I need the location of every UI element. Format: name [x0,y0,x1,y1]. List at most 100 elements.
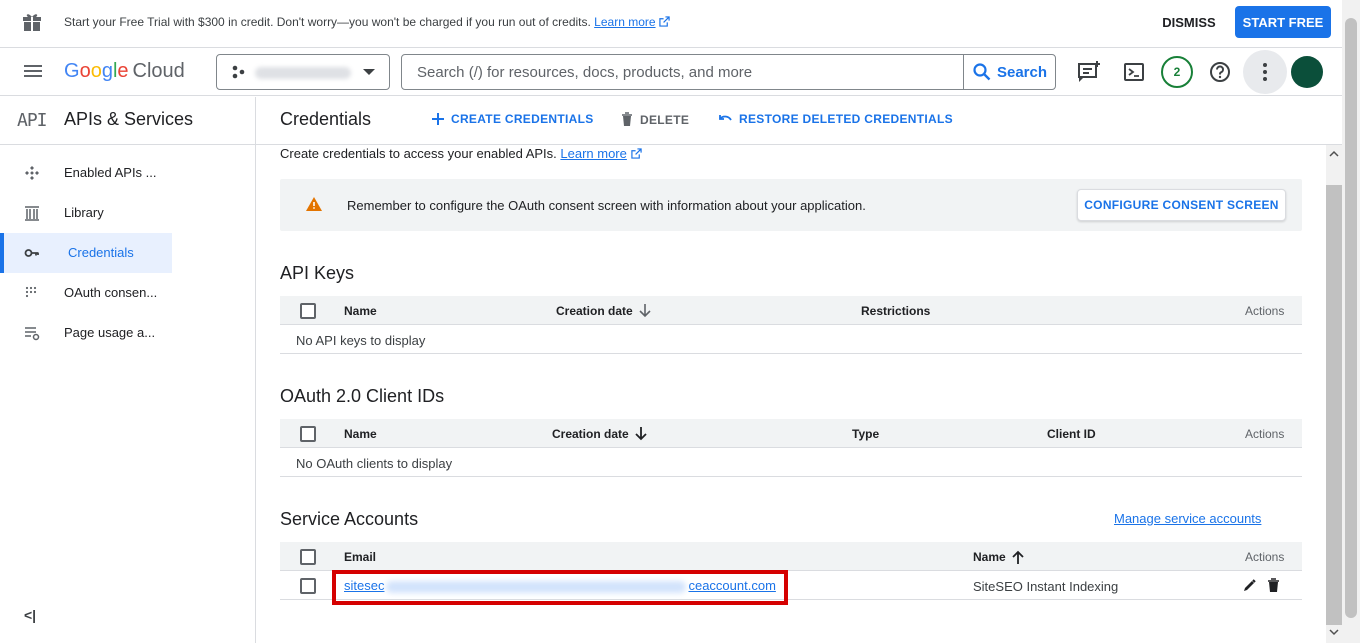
column-email[interactable]: Email [344,550,376,564]
main-scrollbar[interactable] [1326,145,1342,643]
sidebar-item-label: Credentials [68,245,134,260]
manage-service-accounts-link[interactable]: Manage service accounts [1114,511,1261,526]
select-all-checkbox[interactable] [300,303,316,319]
create-credentials-button[interactable]: CREATE CREDENTIALS [431,112,594,126]
arrow-up-icon [1012,550,1024,564]
select-all-checkbox[interactable] [300,426,316,442]
start-free-button[interactable]: START FREE [1235,6,1331,38]
scroll-up-icon[interactable] [1326,147,1342,161]
free-trial-banner: Start your Free Trial with $300 in credi… [0,0,1342,48]
column-label: Creation date [556,304,633,318]
banner-learn-more-link[interactable]: Learn more [594,15,655,29]
column-name[interactable]: Name [973,550,1024,564]
sidebar-title: APIs & Services [64,109,194,129]
avatar[interactable] [1291,56,1323,88]
column-name[interactable]: Name [344,304,377,318]
sidebar-item-library[interactable]: Library [0,193,172,233]
column-actions: Actions [1245,304,1285,318]
page-header: Credentials CREATE CREDENTIALS DELETE RE… [256,97,1342,145]
notifications-badge[interactable]: 2 [1161,56,1193,88]
external-link-icon [630,148,642,159]
email-redacted [386,580,687,593]
feedback-icon[interactable] [1076,59,1102,85]
search-input[interactable] [403,56,961,88]
column-type: Type [852,427,880,441]
credentials-content: Create credentials to access your enable… [256,145,1326,643]
search-button-label: Search [996,63,1048,81]
library-icon [25,206,39,221]
column-client-id: Client ID [1047,427,1096,441]
sidebar-item-page-usage[interactable]: Page usage a... [0,313,172,353]
column-creation-date[interactable]: Creation date [556,304,651,318]
column-creation-date[interactable]: Creation date [552,427,647,441]
menu-icon[interactable] [24,62,44,82]
sidebar-header: API APIs & Services [0,97,255,145]
sidebar-item-label: Page usage a... [64,325,156,340]
api-keys-table: Name Creation date Restrictions Actions … [280,296,1302,354]
help-icon[interactable] [1207,59,1233,85]
page-scrollbar-thumb[interactable] [1345,18,1357,618]
sidebar-item-oauth-consent[interactable]: OAuth consen... [0,273,172,313]
intro-message: Create credentials to access your enable… [280,146,557,161]
sidebar-item-label: Enabled APIs ... [64,165,157,180]
enabled-apis-icon [25,166,39,180]
oauth-table: Name Creation date Type Client ID Action… [280,419,1302,477]
google-cloud-logo[interactable]: Google Cloud [64,60,185,83]
more-vert-icon [1263,63,1267,81]
service-accounts-title: Service Accounts [280,509,419,529]
delete-row-icon[interactable] [1267,578,1280,593]
intro-learn-more-link[interactable]: Learn more [560,146,626,161]
logo-letter: o [90,60,102,82]
column-actions: Actions [1245,550,1285,564]
cloud-shell-icon[interactable] [1121,59,1147,85]
warning-icon [306,197,322,211]
configure-consent-screen-button[interactable]: CONFIGURE CONSENT SCREEN [1077,189,1286,221]
notice-text: Remember to configure the OAuth consent … [347,198,866,213]
restore-deleted-credentials-button[interactable]: RESTORE DELETED CREDENTIALS [718,112,953,126]
scroll-down-icon[interactable] [1326,625,1342,639]
sidebar: API APIs & Services Enabled APIs ... Lib… [0,97,256,643]
project-selector[interactable] [216,54,390,90]
restore-label: RESTORE DELETED CREDENTIALS [739,112,953,126]
service-account-email-link[interactable]: sitesec ceaccount.com [344,578,776,593]
undo-icon [719,115,732,121]
dismiss-button[interactable]: DISMISS [1152,7,1226,37]
search-bar: Search [401,54,1056,90]
logo-letter: G [64,60,80,82]
more-options-button[interactable] [1243,50,1287,94]
consent-screen-notice: Remember to configure the OAuth consent … [280,179,1302,231]
table-header: Name Creation date Restrictions Actions [280,296,1302,325]
scrollbar-thumb[interactable] [1326,185,1342,625]
collapse-sidebar-icon[interactable]: <| [24,607,36,623]
edit-icon[interactable] [1242,578,1257,593]
sidebar-item-enabled-apis[interactable]: Enabled APIs ... [0,153,172,193]
logo-letter: g [101,60,113,82]
oauth-title: OAuth 2.0 Client IDs [280,386,445,406]
project-icon [232,65,245,79]
empty-state-text: No API keys to display [296,333,426,348]
column-name[interactable]: Name [344,427,377,441]
delete-button[interactable]: DELETE [620,112,689,127]
gift-icon [23,14,41,31]
sidebar-item-credentials[interactable]: Credentials [0,233,172,273]
external-link-icon [659,16,670,27]
column-label: Creation date [552,427,629,441]
search-button[interactable]: Search [963,55,1056,89]
service-account-name: SiteSEO Instant Indexing [973,579,1119,594]
logo-letter: o [79,60,91,82]
email-start: sitesec [344,578,385,593]
logo-cloud-text: Cloud [132,60,185,82]
table-row: No OAuth clients to display [280,448,1302,477]
sidebar-item-label: OAuth consen... [64,285,158,300]
service-accounts-table: Email Name Actions sitesec ceaccount.com … [280,542,1302,600]
create-credentials-label: CREATE CREDENTIALS [451,112,594,126]
key-icon [24,249,39,257]
banner-message: Start your Free Trial with $300 in credi… [64,15,670,29]
top-header: GoogleCloud Search 2 [0,48,1342,96]
table-row: No API keys to display [280,325,1302,354]
api-keys-title: API Keys [280,263,355,283]
row-checkbox[interactable] [300,578,316,594]
logo-letter: e [117,60,129,82]
page-scrollbar[interactable] [1342,0,1360,643]
select-all-checkbox[interactable] [300,549,316,565]
